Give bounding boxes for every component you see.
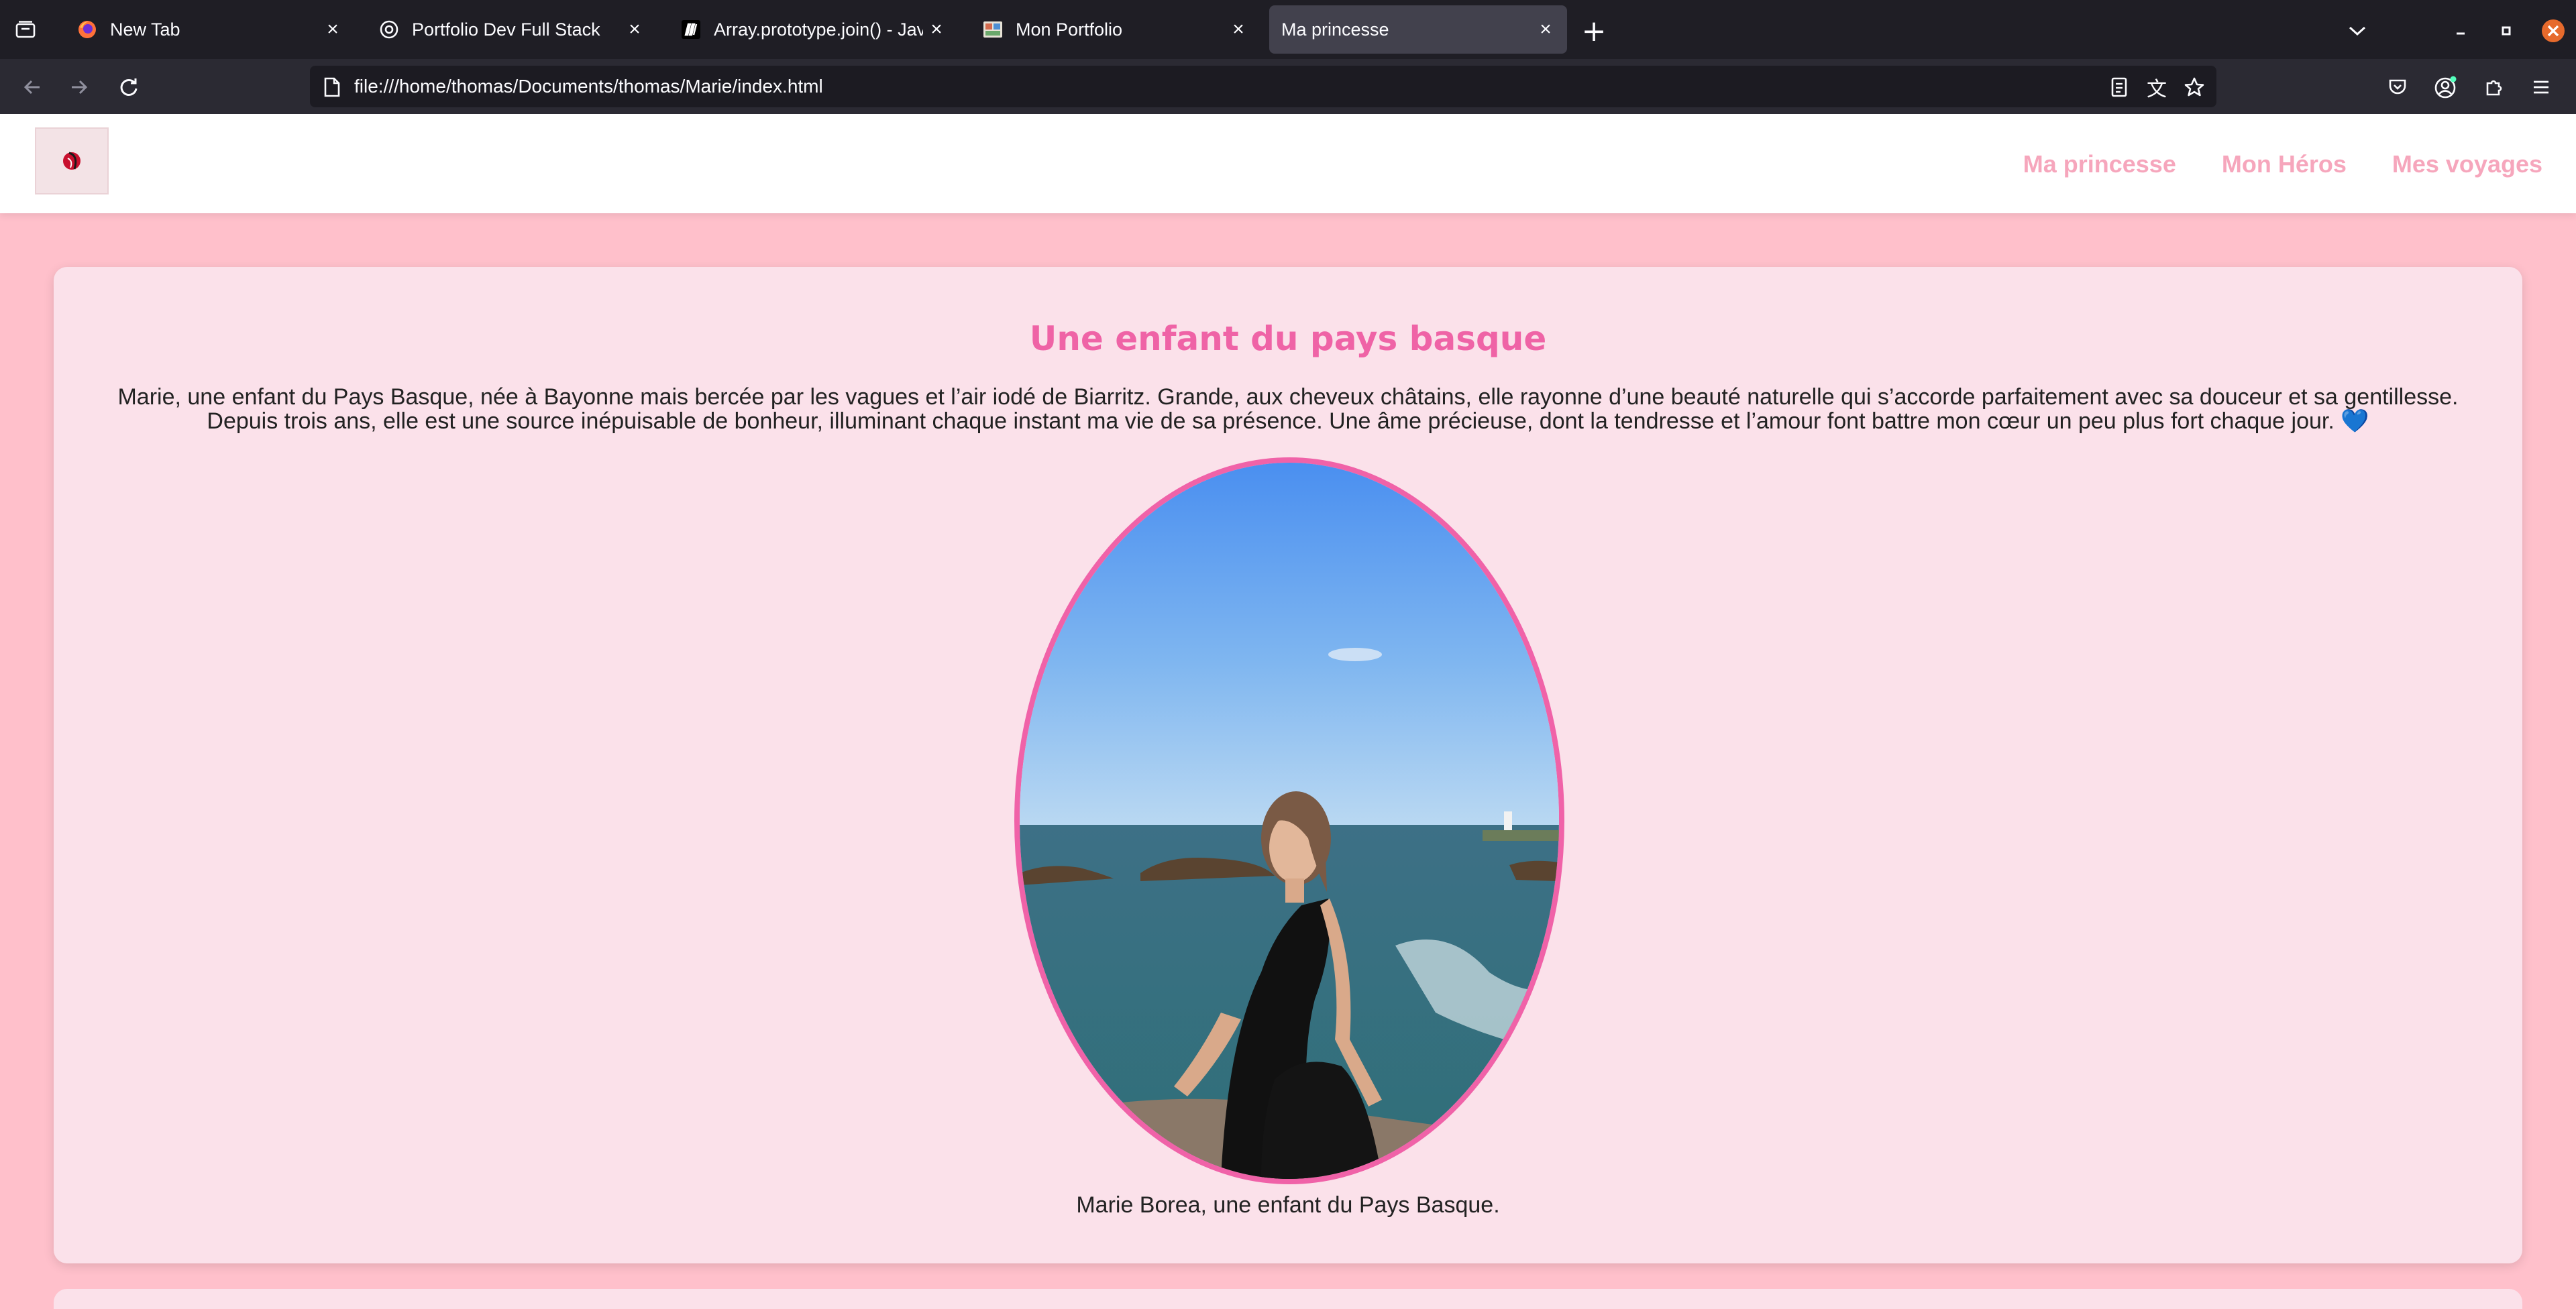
photo-caption: Marie Borea, une enfant du Pays Basque. — [1076, 1192, 1500, 1218]
logo-emblem-icon — [63, 152, 80, 170]
maximize-icon — [2502, 26, 2511, 36]
arrow-right-icon — [72, 80, 88, 95]
plus-icon: + — [1581, 13, 1607, 48]
navigation-toolbar: file:///home/thomas/Documents/thomas/Mar… — [0, 59, 2576, 114]
chevron-down-icon — [2349, 26, 2366, 36]
nav-link-mes-voyages[interactable]: Mes voyages — [2392, 150, 2542, 178]
firefox-view-button[interactable] — [12, 16, 39, 43]
site-header: Ma princesse Mon Héros Mes voyages — [0, 114, 2576, 213]
minimize-icon — [2457, 32, 2465, 35]
tab-mon-portfolio[interactable]: Mon Portfolio × — [967, 5, 1260, 54]
puzzle-icon — [2486, 80, 2502, 96]
back-button[interactable] — [16, 71, 48, 103]
bookmark-star-icon[interactable] — [2183, 76, 2206, 99]
tab-mdn-array-join[interactable]: Array.prototype.join() - JavaScript | MD… — [665, 5, 958, 54]
url-bar[interactable]: file:///home/thomas/Documents/thomas/Mar… — [310, 66, 2216, 107]
arrow-left-icon — [23, 80, 40, 95]
mdn-icon — [680, 19, 702, 40]
close-tab-icon[interactable]: × — [1532, 16, 1559, 43]
url-text[interactable]: file:///home/thomas/Documents/thomas/Mar… — [354, 76, 823, 97]
tab-new-tab[interactable]: New Tab × — [62, 5, 354, 54]
list-all-tabs-button[interactable] — [2341, 15, 2373, 47]
portfolio-icon — [982, 19, 1004, 40]
globe-icon — [378, 19, 400, 40]
tab-strip: New Tab × Portfolio Dev Full Stack × Arr… — [0, 0, 2576, 59]
close-tab-icon[interactable]: × — [923, 16, 950, 43]
account-icon — [2434, 76, 2457, 99]
page-icon[interactable] — [321, 76, 343, 99]
section-text: Marie, une enfant du Pays Basque, née à … — [80, 385, 2496, 433]
reload-button[interactable] — [113, 71, 145, 103]
tab-portfolio-dev[interactable]: Portfolio Dev Full Stack × — [364, 5, 656, 54]
forward-button[interactable] — [63, 71, 95, 103]
tab-title: New Tab — [110, 19, 180, 40]
new-tab-button[interactable]: + — [1578, 13, 1610, 48]
close-tab-icon[interactable]: × — [621, 16, 648, 43]
next-card — [54, 1289, 2522, 1309]
site-logo[interactable] — [35, 127, 109, 194]
hamburger-menu-icon — [2534, 80, 2548, 94]
firefox-view-icon — [15, 21, 36, 38]
account-button[interactable] — [2430, 71, 2462, 103]
tab-ma-princesse[interactable]: Ma princesse × — [1269, 5, 1567, 54]
close-tab-icon[interactable]: × — [319, 16, 346, 43]
menu-button[interactable] — [2525, 71, 2557, 103]
firefox-icon — [76, 19, 98, 40]
web-page: Ma princesse Mon Héros Mes voyages Une e… — [0, 114, 2576, 1309]
maximize-button[interactable] — [2490, 15, 2522, 47]
extensions-button[interactable] — [2478, 71, 2510, 103]
tab-title: Ma princesse — [1281, 19, 1389, 40]
tab-title: Mon Portfolio — [1016, 19, 1123, 40]
minimize-button[interactable] — [2445, 15, 2477, 47]
reload-icon — [120, 78, 138, 96]
reader-view-icon[interactable] — [2108, 76, 2131, 99]
tab-title: Array.prototype.join() - JavaScript | MD… — [714, 19, 923, 40]
section-title: Une enfant du pays basque — [1029, 319, 1547, 358]
nav-link-mon-heros[interactable]: Mon Héros — [2222, 150, 2347, 178]
pocket-button[interactable] — [2381, 71, 2414, 103]
profile-card: Une enfant du pays basque Marie, une enf… — [54, 267, 2522, 1263]
translate-icon[interactable]: 文 — [2145, 76, 2168, 101]
close-window-button[interactable] — [2537, 15, 2569, 47]
close-icon — [2542, 19, 2565, 42]
pocket-icon — [2389, 79, 2406, 95]
section-paragraph: Marie, une enfant du Pays Basque, née à … — [117, 384, 2459, 434]
tab-title: Portfolio Dev Full Stack — [412, 19, 600, 40]
site-nav: Ma princesse Mon Héros Mes voyages — [2023, 150, 2542, 178]
blue-heart-icon: 💙 — [2341, 408, 2369, 434]
close-tab-icon[interactable]: × — [1225, 16, 1252, 43]
nav-link-ma-princesse[interactable]: Ma princesse — [2023, 150, 2176, 178]
portrait-photo — [1014, 457, 1564, 1184]
